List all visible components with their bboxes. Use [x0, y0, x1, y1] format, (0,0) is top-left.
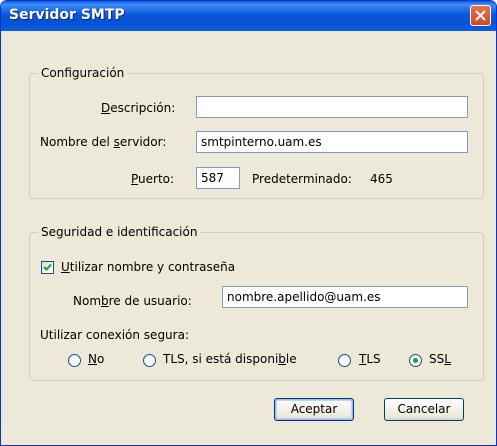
use-auth-checkbox[interactable] — [41, 261, 54, 274]
security-legend: Seguridad e identificación — [38, 225, 201, 239]
close-icon — [475, 10, 486, 21]
radio-selected-dot — [413, 358, 418, 363]
smtp-dialog: Servidor SMTP Configuración Descripción:… — [0, 0, 497, 446]
radio-ssl-label[interactable]: SSL — [429, 352, 451, 366]
dialog-title: Servidor SMTP — [9, 7, 125, 23]
description-label: Descripción: — [101, 101, 176, 115]
port-label: Puerto: — [131, 172, 175, 186]
use-auth-label[interactable]: Utilizar nombre y contraseña — [61, 260, 235, 274]
username-input[interactable]: nombre.apellido@uam.es — [222, 286, 468, 308]
radio-ssl[interactable] — [409, 354, 422, 367]
checkmark-icon — [43, 263, 52, 271]
secure-connection-label: Utilizar conexión segura: — [40, 328, 189, 342]
dialog-body: Configuración Descripción: Nombre del se… — [4, 31, 493, 442]
radio-no-label[interactable]: No — [88, 352, 104, 366]
cancel-button[interactable]: Cancelar — [384, 398, 464, 421]
server-label: Nombre del servidor: — [40, 135, 167, 149]
description-input[interactable] — [196, 96, 468, 118]
default-port-value: 465 — [370, 172, 393, 186]
port-input[interactable]: 587 — [196, 167, 240, 189]
ok-button[interactable]: Aceptar — [274, 398, 354, 421]
radio-no[interactable] — [68, 354, 81, 367]
radio-tls-available[interactable] — [143, 354, 156, 367]
radio-tls-label[interactable]: TLS — [359, 352, 381, 366]
radio-tls[interactable] — [338, 354, 351, 367]
server-input[interactable]: smtpinterno.uam.es — [196, 131, 468, 153]
default-port-label: Predeterminado: — [252, 172, 352, 186]
config-legend: Configuración — [38, 66, 128, 80]
close-button[interactable] — [470, 5, 491, 26]
radio-tls-available-label[interactable]: TLS, si está disponible — [163, 352, 297, 366]
title-bar[interactable]: Servidor SMTP — [1, 1, 496, 31]
username-label: Nombre de usuario: — [73, 294, 192, 308]
